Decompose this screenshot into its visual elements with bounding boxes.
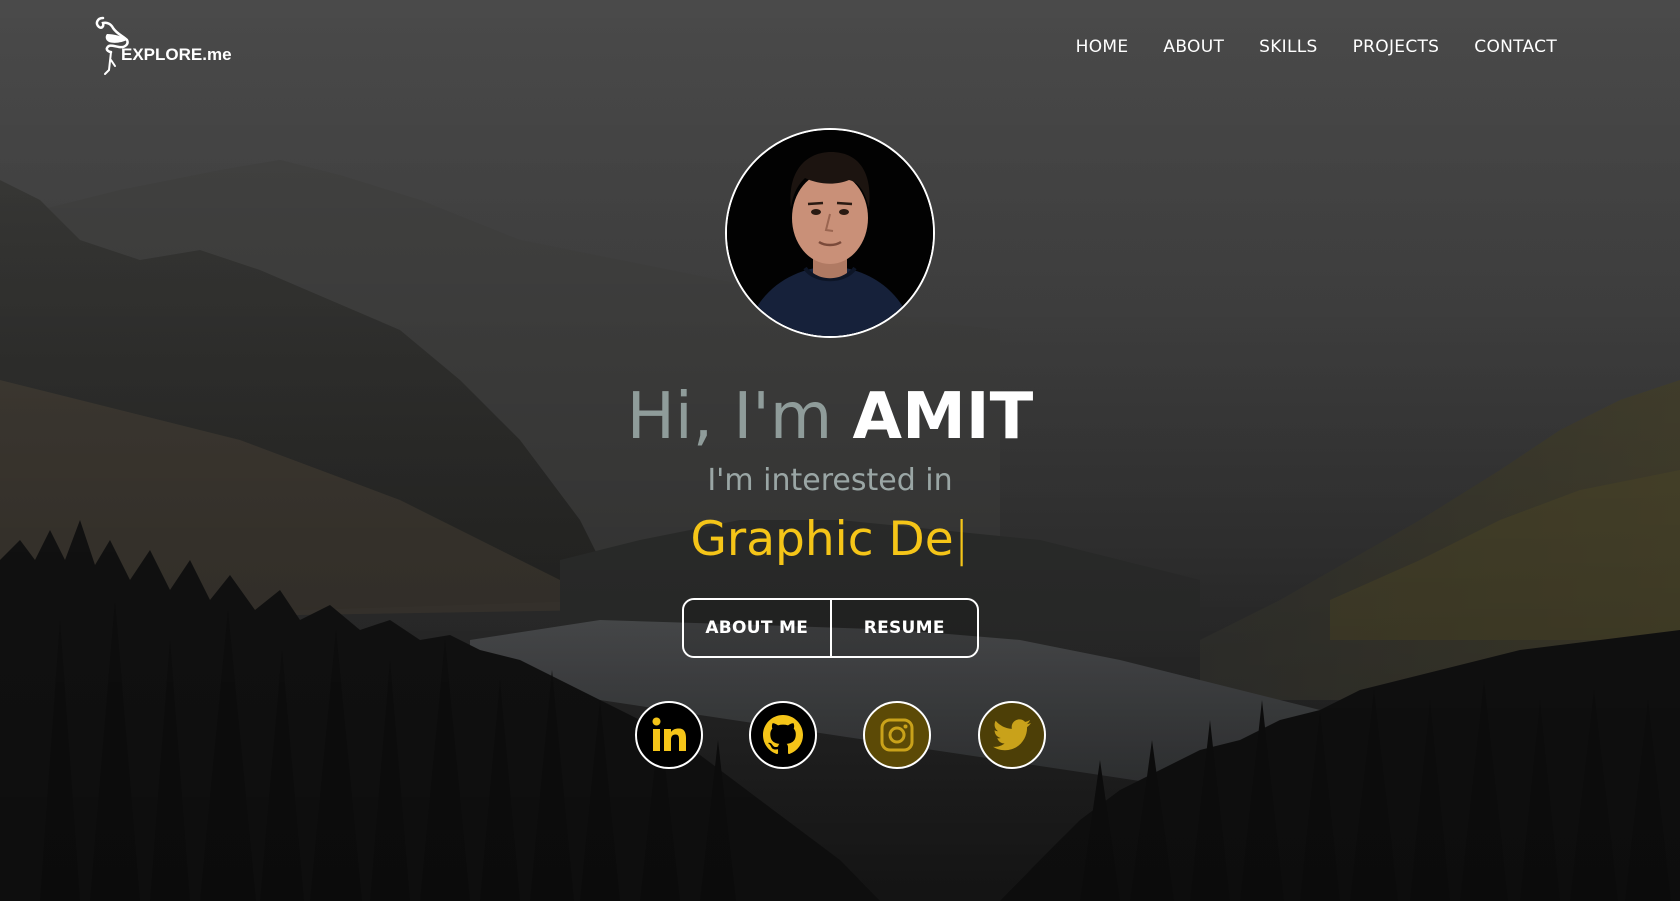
nav-skills[interactable]: SKILLS (1259, 37, 1318, 57)
profile-avatar (725, 128, 935, 338)
github-link[interactable] (749, 701, 817, 769)
linkedin-icon (652, 717, 686, 751)
typing-cursor: | (953, 512, 970, 567)
instagram-icon (880, 718, 914, 752)
main-nav: HOME ABOUT SKILLS PROJECTS CONTACT (1076, 37, 1557, 57)
twitter-icon (993, 719, 1031, 751)
profile-photo (727, 130, 933, 336)
linkedin-link[interactable] (635, 701, 703, 769)
interest-label: I'm interested in (707, 463, 953, 498)
logo-text: EXPLORE.me (121, 45, 232, 64)
hero-button-group: ABOUT ME RESUME (682, 598, 979, 658)
hero-title: Hi, I'm AMIT (0, 375, 1660, 459)
hero-greeting: Hi, I'm (626, 380, 833, 454)
nav-about[interactable]: ABOUT (1163, 37, 1224, 57)
nav-contact[interactable]: CONTACT (1474, 37, 1557, 57)
nav-home[interactable]: HOME (1076, 37, 1129, 57)
about-me-button[interactable]: ABOUT ME (684, 600, 830, 656)
brand-logo[interactable]: EXPLORE.me (93, 14, 243, 78)
hero-page: EXPLORE.me HOME ABOUT SKILLS PROJECTS CO… (0, 0, 1680, 901)
resume-button[interactable]: RESUME (829, 600, 977, 656)
github-icon (763, 715, 803, 755)
typed-interest: Graphic De| (0, 510, 1660, 570)
instagram-link[interactable] (863, 701, 931, 769)
twitter-link[interactable] (978, 701, 1046, 769)
hero-name: AMIT (852, 380, 1034, 454)
typed-text: Graphic De (690, 512, 954, 567)
nav-projects[interactable]: PROJECTS (1353, 37, 1440, 57)
